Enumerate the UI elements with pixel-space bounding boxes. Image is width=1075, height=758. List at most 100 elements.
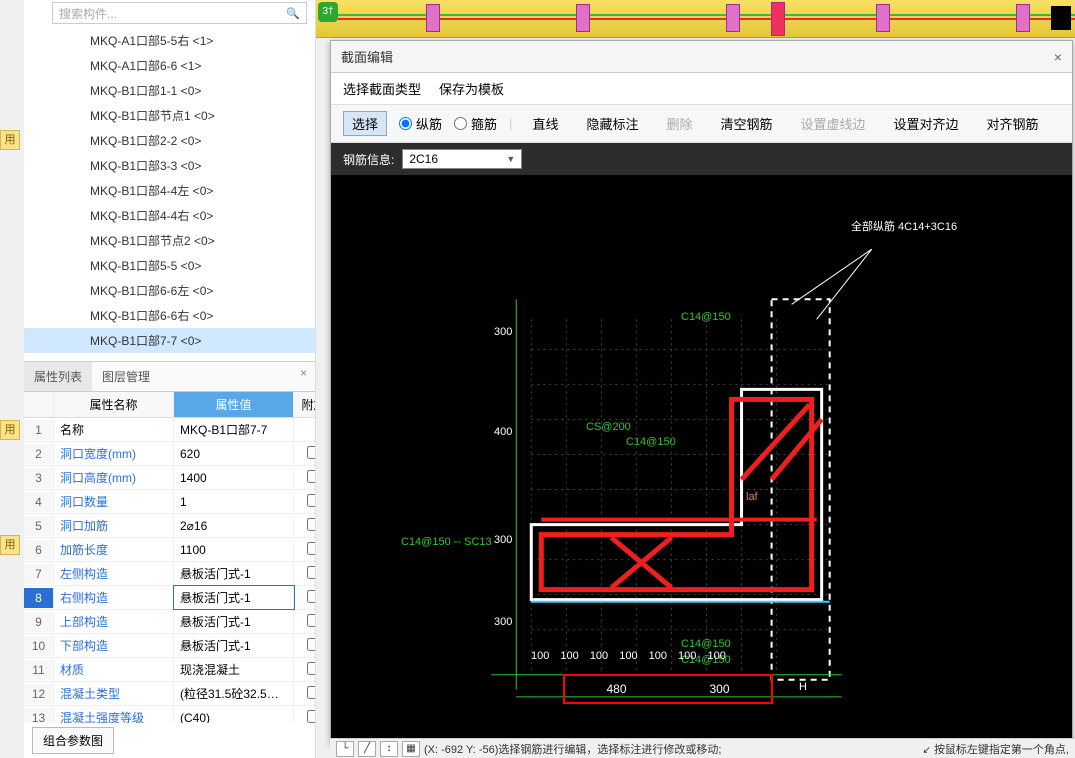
prop-row[interactable]: 12混凝土类型(粒径31.5砼32.5… (24, 682, 315, 706)
combo-param-button[interactable]: 组合参数图 (32, 727, 114, 754)
radio-stirrup[interactable]: 箍筋 (454, 114, 497, 133)
menu-save-template[interactable]: 保存为模板 (439, 79, 504, 98)
prop-value[interactable]: 悬板活门式-1 (174, 610, 294, 633)
tool-icon-2[interactable]: ╱ (358, 741, 376, 757)
prop-value[interactable]: 2⌀16 (174, 516, 294, 536)
prop-check[interactable] (294, 563, 315, 585)
prop-row[interactable]: 3洞口高度(mm)1400 (24, 466, 315, 490)
prop-check[interactable] (294, 587, 315, 609)
prop-value[interactable]: 620 (174, 444, 294, 464)
tool-icon-4[interactable]: ▦ (402, 741, 420, 757)
prop-value[interactable]: 1100 (174, 540, 294, 560)
prop-row[interactable]: 13混凝土强度等级(C40) (24, 706, 315, 723)
tree-item[interactable]: MKQ-B1口部节点2 <0> (24, 228, 315, 253)
prop-value[interactable]: (C40) (174, 708, 294, 724)
tree-item[interactable]: MKQ-B1口部6-6右 <0> (24, 303, 315, 328)
component-tree: MKQ-A1口部5-5右 <1> MKQ-A1口部6-6 <1> MKQ-B1口… (24, 26, 315, 361)
tree-item[interactable]: MKQ-B1口部3-3 <0> (24, 153, 315, 178)
prop-row[interactable]: 4洞口数量1 (24, 490, 315, 514)
tool-align-edge[interactable]: 设置对齐边 (886, 112, 967, 135)
tab-properties[interactable]: 属性列表 (24, 362, 92, 391)
menu-section-type[interactable]: 选择截面类型 (343, 79, 421, 98)
prop-name: 下部构造 (54, 634, 174, 657)
status-hint-text: 按鼠标左键指定第一个角点, (934, 744, 1069, 756)
dimension-box[interactable]: 480 300 (563, 674, 773, 704)
tree-item-selected[interactable]: MKQ-B1口部7-7 <0> (24, 328, 315, 353)
prop-idx: 7 (24, 564, 54, 584)
plan-view-ruler[interactable]: 3† (316, 0, 1075, 38)
cad-canvas[interactable]: 全部纵筋 4C14+3C16 C14@150 CS@200 C14@150 C1… (331, 176, 1072, 743)
radio-longitudinal[interactable]: 纵筋 (399, 114, 442, 133)
prop-name: 左侧构造 (54, 562, 174, 585)
search-input[interactable]: 搜索构件... 🔍 (52, 2, 307, 24)
close-icon[interactable]: × (292, 362, 315, 391)
prop-check[interactable] (294, 539, 315, 561)
column-marker[interactable] (876, 4, 890, 32)
prop-row[interactable]: 9上部构造悬板活门式-1 (24, 610, 315, 634)
column-marker-active[interactable] (771, 2, 785, 36)
close-icon[interactable]: × (1054, 49, 1062, 65)
tree-item[interactable]: MKQ-B1口部1-1 <0> (24, 78, 315, 103)
label-all-rebar: 全部纵筋 4C14+3C16 (851, 218, 957, 234)
prop-check[interactable] (294, 491, 315, 513)
tool-icon-1[interactable]: └ (336, 741, 354, 757)
prop-check[interactable] (294, 683, 315, 705)
prop-idx: 2 (24, 444, 54, 464)
column-marker[interactable] (576, 4, 590, 32)
tool-icon-3[interactable]: ↕ (380, 741, 398, 757)
column-marker[interactable] (1016, 4, 1030, 32)
prop-row[interactable]: 6加筋长度1100 (24, 538, 315, 562)
status-hint: ↙ 按鼠标左键指定第一个角点, (922, 741, 1069, 757)
tree-item[interactable]: MKQ-A1口部6-6 <1> (24, 53, 315, 78)
tree-item[interactable]: MKQ-B1口部2-2 <0> (24, 128, 315, 153)
prop-value[interactable]: 悬板活门式-1 (174, 634, 294, 657)
prop-value[interactable]: 悬板活门式-1 (174, 562, 294, 585)
prop-row[interactable]: 5洞口加筋2⌀16 (24, 514, 315, 538)
prop-value[interactable]: 1 (174, 492, 294, 512)
prop-check[interactable] (294, 467, 315, 489)
prop-value[interactable]: 1400 (174, 468, 294, 488)
tree-item[interactable]: MKQ-A1口部5-5右 <1> (24, 28, 315, 53)
prop-value[interactable]: 现浇混凝土 (174, 658, 294, 681)
tool-clear[interactable]: 清空钢筋 (712, 112, 780, 135)
radio-label: 箍筋 (471, 114, 497, 133)
prop-check[interactable] (294, 659, 315, 681)
prop-check[interactable] (294, 443, 315, 465)
prop-check[interactable] (294, 707, 315, 724)
prop-check[interactable] (294, 635, 315, 657)
prop-name: 上部构造 (54, 610, 174, 633)
prop-value[interactable]: (粒径31.5砼32.5… (174, 682, 294, 705)
chevron-down-icon: ▼ (506, 154, 515, 164)
prop-idx: 8 (24, 588, 54, 608)
rebar-select[interactable]: 2C16 ▼ (402, 149, 522, 169)
tree-item[interactable]: MKQ-B1口部4-4左 <0> (24, 178, 315, 203)
prop-check[interactable] (294, 611, 315, 633)
tree-item[interactable]: MKQ-B1口部6-6左 <0> (24, 278, 315, 303)
tool-select[interactable]: 选择 (343, 111, 387, 136)
prop-name: 洞口加筋 (54, 514, 174, 537)
prop-row-selected[interactable]: 8右侧构造悬板活门式-1 (24, 586, 315, 610)
prop-check[interactable] (294, 515, 315, 537)
dialog-titlebar[interactable]: 截面编辑 × (331, 41, 1072, 73)
prop-row[interactable]: 1名称MKQ-B1口部7-7 (24, 418, 315, 442)
prop-row[interactable]: 7左侧构造悬板活门式-1 (24, 562, 315, 586)
tree-item[interactable]: MKQ-B1口部节点1 <0> (24, 103, 315, 128)
prop-row[interactable]: 11材质现浇混凝土 (24, 658, 315, 682)
tool-line[interactable]: 直线 (524, 112, 566, 135)
tool-hide-anno[interactable]: 隐藏标注 (578, 112, 646, 135)
prop-value[interactable]: 悬板活门式-1 (174, 586, 294, 609)
search-icon[interactable]: 🔍 (286, 7, 300, 20)
column-marker[interactable] (726, 4, 740, 32)
column-marker[interactable] (426, 4, 440, 32)
prop-row[interactable]: 10下部构造悬板活门式-1 (24, 634, 315, 658)
prop-value[interactable]: MKQ-B1口部7-7 (174, 418, 294, 441)
dialog-title: 截面编辑 (341, 47, 393, 66)
prop-row[interactable]: 2洞口宽度(mm)620 (24, 442, 315, 466)
tool-snap-rebar[interactable]: 对齐钢筋 (979, 112, 1047, 135)
tab-layers[interactable]: 图层管理 (92, 362, 160, 391)
tree-item[interactable]: MKQ-B1口部4-4右 <0> (24, 203, 315, 228)
col-value: 属性值 (174, 392, 294, 417)
tree-item[interactable]: MKQ-B1口部5-5 <0> (24, 253, 315, 278)
property-header-row: 属性名称 属性值 附加 (24, 392, 315, 418)
label-c14-mid: C14@150 (626, 436, 676, 448)
